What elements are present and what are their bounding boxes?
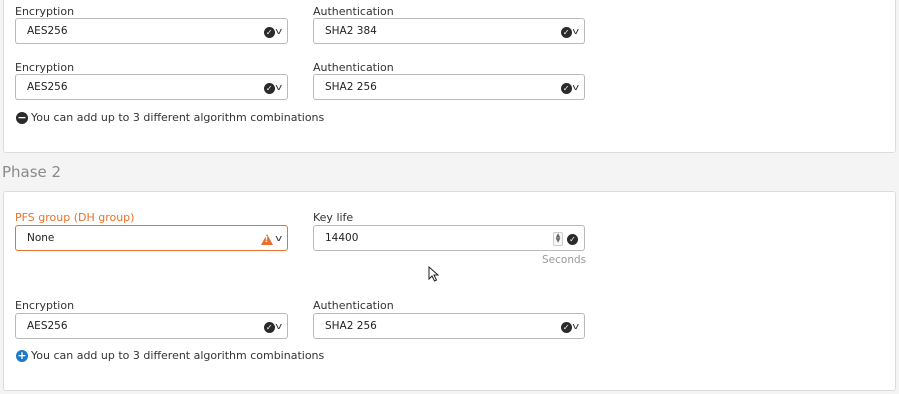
encryption-select[interactable]: AES256 ✓ v — [15, 313, 288, 339]
pfs-group-value: None — [27, 232, 55, 244]
remove-combination-hint[interactable]: − You can add up to 3 different algorith… — [16, 111, 324, 124]
authentication-value: SHA2 256 — [325, 81, 377, 93]
pfs-group-label: PFS group (DH group) — [15, 211, 135, 224]
check-icon: ✓ — [263, 26, 275, 38]
encryption-label: Encryption — [15, 5, 75, 18]
check-icon: ✓ — [560, 26, 572, 38]
chevron-down-icon: v — [571, 321, 579, 332]
encryption-select[interactable]: AES256 ✓ v — [15, 74, 288, 100]
minus-circle-icon[interactable]: − — [16, 111, 28, 124]
check-icon: ✓ — [567, 233, 578, 245]
check-icon: ✓ — [263, 321, 275, 333]
chevron-down-icon: v — [571, 82, 579, 93]
phase-2-title: Phase 2 — [2, 163, 62, 181]
encryption-value: AES256 — [27, 320, 68, 332]
plus-circle-icon[interactable]: + — [16, 349, 28, 362]
key-life-value: 14400 — [325, 232, 359, 244]
key-life-input[interactable]: 14400 ▲ ▼ ✓ — [313, 225, 585, 251]
chevron-down-icon: v — [571, 26, 579, 37]
chevron-down-icon: v — [274, 26, 282, 37]
authentication-label: Authentication — [313, 5, 394, 18]
authentication-label: Authentication — [313, 299, 394, 312]
authentication-value: SHA2 256 — [325, 320, 377, 332]
add-combination-hint[interactable]: + You can add up to 3 different algorith… — [16, 349, 324, 362]
chevron-down-icon: v — [274, 321, 282, 332]
pfs-group-select[interactable]: None ! v — [15, 225, 288, 251]
authentication-select[interactable]: SHA2 384 ✓ v — [313, 18, 585, 44]
chevron-down-icon: v — [274, 233, 282, 244]
encryption-value: AES256 — [27, 25, 68, 37]
hint-text: You can add up to 3 different algorithm … — [31, 349, 325, 362]
chevron-down-icon: v — [274, 82, 282, 93]
key-life-unit: Seconds — [542, 254, 587, 266]
mouse-cursor-icon — [428, 266, 440, 282]
encryption-select[interactable]: AES256 ✓ v — [15, 18, 288, 44]
authentication-value: SHA2 384 — [325, 25, 377, 37]
authentication-select[interactable]: SHA2 256 ✓ v — [313, 313, 585, 339]
authentication-select[interactable]: SHA2 256 ✓ v — [313, 74, 585, 100]
number-stepper[interactable]: ▲ ▼ — [553, 232, 563, 246]
check-icon: ✓ — [263, 82, 275, 94]
encryption-value: AES256 — [27, 81, 68, 93]
warning-icon: ! — [260, 233, 273, 245]
encryption-label: Encryption — [15, 299, 75, 312]
check-icon: ✓ — [560, 82, 572, 94]
check-icon: ✓ — [560, 321, 572, 333]
key-life-label: Key life — [313, 211, 354, 224]
authentication-label: Authentication — [313, 61, 394, 74]
encryption-label: Encryption — [15, 61, 75, 74]
hint-text: You can add up to 3 different algorithm … — [31, 111, 325, 124]
